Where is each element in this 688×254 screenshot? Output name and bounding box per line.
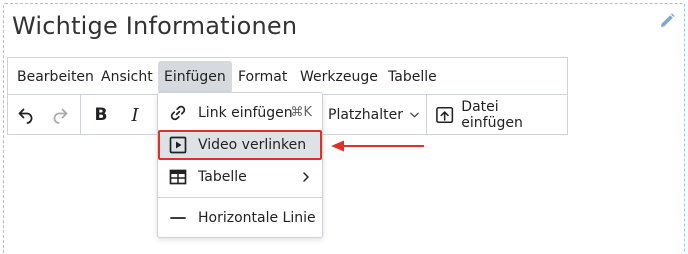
menu-format[interactable]: Format	[232, 61, 293, 93]
horizontal-line-icon	[170, 217, 186, 219]
menu-item-link-video[interactable]: Video verlinken	[158, 130, 322, 160]
undo-icon	[18, 108, 33, 124]
menu-item-label: Horizontale Linie	[198, 210, 316, 226]
menu-item-label: Tabelle	[198, 169, 247, 185]
menubar: Bearbeiten Ansicht Einfügen Format Werkz…	[8, 58, 567, 95]
bold-button[interactable]: B	[88, 99, 114, 131]
menu-tabelle[interactable]: Tabelle	[382, 61, 443, 93]
insert-file-button[interactable]: Datei einfügen	[435, 99, 561, 131]
toolbar-separator	[426, 95, 427, 135]
chevron-down-icon	[410, 112, 419, 118]
redo-icon	[53, 108, 68, 124]
italic-button[interactable]: I	[122, 99, 148, 131]
menu-separator	[158, 197, 322, 198]
table-icon	[169, 169, 187, 185]
insert-file-label: Datei einfügen	[461, 99, 523, 131]
link-icon	[170, 105, 186, 121]
menu-item-label: Video verlinken	[198, 137, 307, 153]
toolbar-separator	[80, 95, 81, 135]
placeholder-label: Platzhalter	[328, 107, 403, 123]
insert-menu-dropdown: Link einfügen ⌘K Video verlinken Tabelle…	[157, 92, 323, 238]
menu-werkzeuge[interactable]: Werkzeuge	[294, 61, 384, 93]
menu-item-table[interactable]: Tabelle	[158, 162, 322, 192]
menu-einfuegen[interactable]: Einfügen	[158, 61, 232, 93]
shortcut-hint: ⌘K	[290, 105, 312, 120]
placeholder-dropdown[interactable]: Platzhalter	[328, 99, 420, 131]
menu-bearbeiten[interactable]: Bearbeiten	[11, 61, 100, 93]
pencil-icon[interactable]	[658, 12, 676, 30]
upload-file-icon	[436, 106, 454, 124]
page-title: Wichtige Informationen	[12, 12, 298, 40]
play-video-icon	[169, 136, 187, 154]
menu-item-insert-link[interactable]: Link einfügen ⌘K	[158, 98, 322, 128]
menu-ansicht[interactable]: Ansicht	[95, 61, 159, 93]
menu-item-label: Link einfügen	[198, 105, 293, 121]
annotation-arrow-icon	[331, 140, 424, 152]
redo-button[interactable]	[47, 99, 73, 131]
menu-item-horizontal-line[interactable]: Horizontale Linie	[158, 203, 322, 233]
undo-button[interactable]	[13, 99, 39, 131]
chevron-right-icon	[303, 172, 309, 182]
